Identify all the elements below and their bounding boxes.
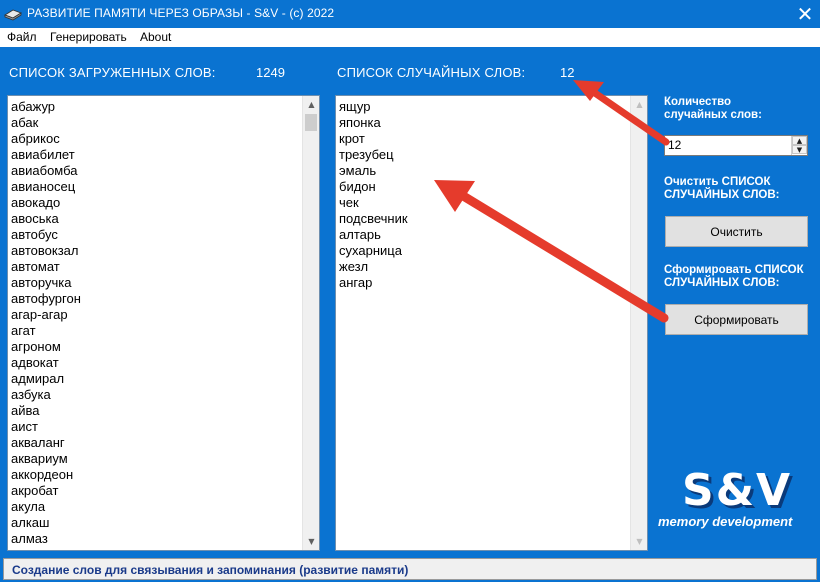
list-item[interactable]: трезубец [339,147,629,163]
loaded-words-list[interactable]: абажур абак абрикос авиабилет авиабомба авиан… [7,95,320,551]
scroll-thumb[interactable] [305,114,317,131]
list-item[interactable]: бидон [339,179,629,195]
close-button[interactable]: ✕ [790,0,820,28]
loaded-list-header: СПИСОК ЗАГРУЖЕННЫХ СЛОВ: [9,65,216,80]
spin-up-icon[interactable]: ▲ [792,136,807,145]
list-item[interactable]: автомат [11,259,301,275]
logo: S&V [682,465,793,516]
chevron-down-icon[interactable]: ▼ [303,533,319,550]
loaded-list-count: 1249 [256,65,285,80]
loaded-list-scrollbar[interactable]: ▲ ▼ [302,96,319,550]
chevron-up-icon[interactable]: ▲ [303,96,319,113]
window-title: РАЗВИТИЕ ПАМЯТИ ЧЕРЕЗ ОБРАЗЫ - S&V - (c)… [27,6,335,20]
list-item[interactable]: жезл [339,259,629,275]
close-icon: ✕ [796,2,814,26]
form-label: Сформировать СПИСОК СЛУЧАЙНЫХ СЛОВ: [664,264,804,289]
list-item[interactable]: адмирал [11,371,301,387]
list-item[interactable]: авоська [11,211,301,227]
clear-button[interactable]: Очистить [665,216,808,247]
list-item[interactable]: автобус [11,227,301,243]
list-item[interactable]: подсвечник [339,211,629,227]
count-label: Количество случайных слов: [664,96,762,121]
list-item[interactable]: сухарница [339,243,629,259]
random-list-count: 12 [560,65,575,80]
chevron-down-icon[interactable]: ▼ [631,533,647,550]
list-item[interactable]: аквариум [11,451,301,467]
list-item[interactable]: акваланг [11,435,301,451]
list-item[interactable]: аккордеон [11,467,301,483]
status-bar: Создание слов для связывания и запоминан… [0,556,820,582]
menu-generate[interactable]: Генерировать [50,30,127,44]
list-item[interactable]: автовокзал [11,243,301,259]
random-list-header: СПИСОК СЛУЧАЙНЫХ СЛОВ: [337,65,526,80]
list-item[interactable]: азбука [11,387,301,403]
status-text: Создание слов для связывания и запоминан… [12,563,409,577]
list-item[interactable]: авторучка [11,275,301,291]
random-words-items: ящур японка крот трезубец эмаль бидон чек подсв… [339,99,629,291]
list-item[interactable]: крот [339,131,629,147]
word-count-value[interactable]: 12 [668,138,681,152]
list-item[interactable]: аист [11,419,301,435]
list-item[interactable]: ангар [339,275,629,291]
list-item[interactable]: алтарь [339,227,629,243]
list-item[interactable]: авиабомба [11,163,301,179]
list-item[interactable]: абак [11,115,301,131]
list-item[interactable]: алкаш [11,515,301,531]
list-item[interactable]: агар-агар [11,307,301,323]
list-item[interactable]: авиабилет [11,147,301,163]
loaded-words-items: абажур абак абрикос авиабилет авиабомба авиан… [11,99,301,547]
list-item[interactable]: абрикос [11,131,301,147]
list-item[interactable]: агат [11,323,301,339]
list-item[interactable]: абажур [11,99,301,115]
list-item[interactable]: алмаз [11,531,301,547]
menu-file[interactable]: Файл [7,30,37,44]
random-list-scrollbar[interactable]: ▲ ▼ [630,96,647,550]
list-item[interactable]: японка [339,115,629,131]
list-item[interactable]: чек [339,195,629,211]
list-item[interactable]: айва [11,403,301,419]
title-bar: РАЗВИТИЕ ПАМЯТИ ЧЕРЕЗ ОБРАЗЫ - S&V - (c)… [0,0,820,28]
list-item[interactable]: ящур [339,99,629,115]
form-button[interactable]: Сформировать [665,304,808,335]
list-item[interactable]: эмаль [339,163,629,179]
logo-subtitle: memory development [658,514,793,529]
list-item[interactable]: авианосец [11,179,301,195]
random-words-list[interactable]: ящур японка крот трезубец эмаль бидон чек подсв… [335,95,648,551]
list-item[interactable]: акула [11,499,301,515]
list-item[interactable]: адвокат [11,355,301,371]
word-count-spinner[interactable]: 12 ▲ ▼ [664,135,808,156]
status-panel: Создание слов для связывания и запоминан… [3,558,817,580]
list-item[interactable]: акробат [11,483,301,499]
clear-label: Очистить СПИСОК СЛУЧАЙНЫХ СЛОВ: [664,176,780,201]
spin-down-icon[interactable]: ▼ [792,145,807,154]
spinner-buttons: ▲ ▼ [791,136,807,155]
menu-about[interactable]: About [140,30,171,44]
list-item[interactable]: автофургон [11,291,301,307]
list-item[interactable]: авокадо [11,195,301,211]
chevron-up-icon[interactable]: ▲ [631,96,647,113]
book-icon [4,9,22,21]
menu-bar: Файл Генерировать About [0,28,820,47]
list-item[interactable]: агроном [11,339,301,355]
